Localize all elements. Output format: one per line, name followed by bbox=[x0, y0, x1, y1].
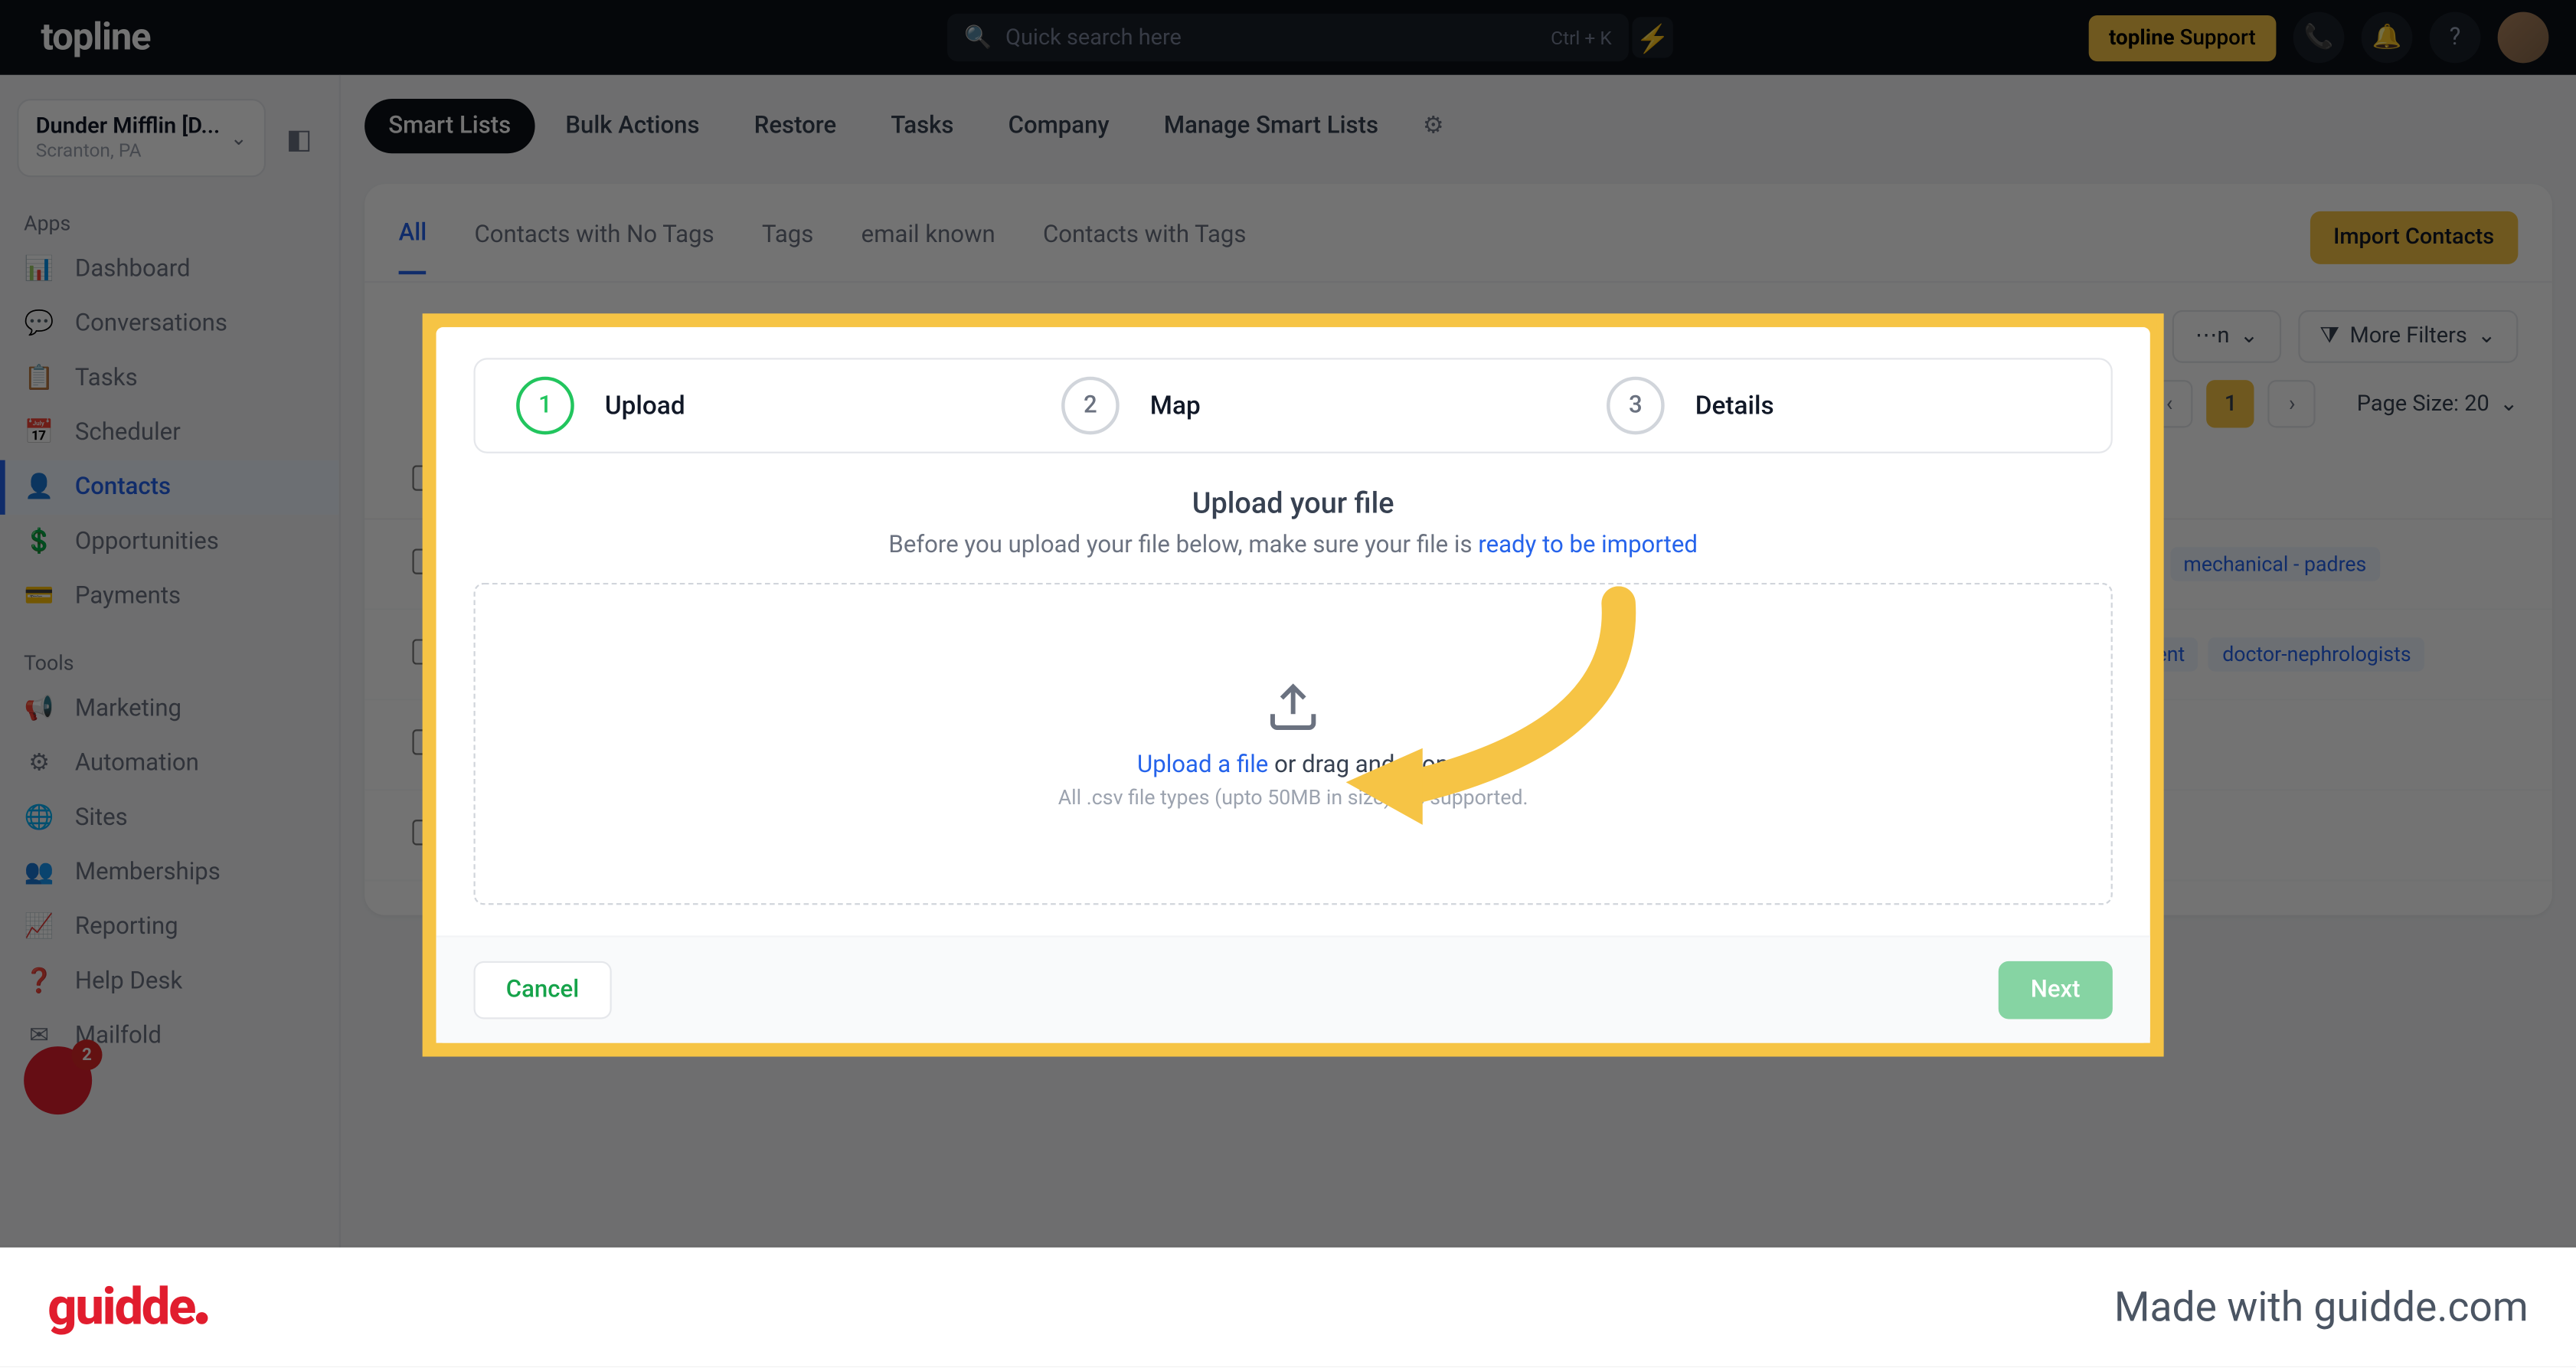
step-map: 2 Map bbox=[1021, 359, 1566, 451]
import-modal: 1 Upload 2 Map 3 Details Upload your file Bef… bbox=[436, 327, 2150, 1042]
step-number: 1 bbox=[516, 377, 574, 435]
step-details: 3 Details bbox=[1566, 359, 2111, 451]
import-modal-highlight: 1 Upload 2 Map 3 Details Upload your file Bef… bbox=[423, 313, 2164, 1056]
step-label: Map bbox=[1150, 390, 1201, 421]
step-label: Details bbox=[1695, 390, 1774, 421]
step-upload: 1 Upload bbox=[476, 359, 1021, 451]
import-stepper: 1 Upload 2 Map 3 Details bbox=[474, 358, 2113, 453]
guidde-logo: guidde bbox=[47, 1278, 208, 1337]
modal-subtitle: Before you upload your file below, make … bbox=[474, 532, 2113, 559]
upload-file-link[interactable]: Upload a file bbox=[1137, 751, 1268, 778]
next-button[interactable]: Next bbox=[1998, 961, 2112, 1019]
step-label: Upload bbox=[605, 390, 685, 421]
ready-import-link[interactable]: ready to be imported bbox=[1478, 532, 1698, 559]
guidde-footer: guidde Made with guidde.com bbox=[0, 1248, 2576, 1367]
step-number: 3 bbox=[1607, 377, 1665, 435]
cancel-button[interactable]: Cancel bbox=[474, 961, 612, 1019]
guidde-credit: Made with guidde.com bbox=[2114, 1283, 2529, 1330]
modal-title: Upload your file bbox=[474, 487, 2113, 521]
dz-hint: All .csv file types (upto 50MB in size) … bbox=[1058, 785, 1528, 809]
upload-icon bbox=[1266, 679, 1320, 734]
step-number: 2 bbox=[1061, 377, 1120, 435]
dz-rest-text: or drag and drop bbox=[1268, 751, 1449, 778]
upload-dropzone[interactable]: Upload a file or drag and drop All .csv … bbox=[474, 583, 2113, 905]
